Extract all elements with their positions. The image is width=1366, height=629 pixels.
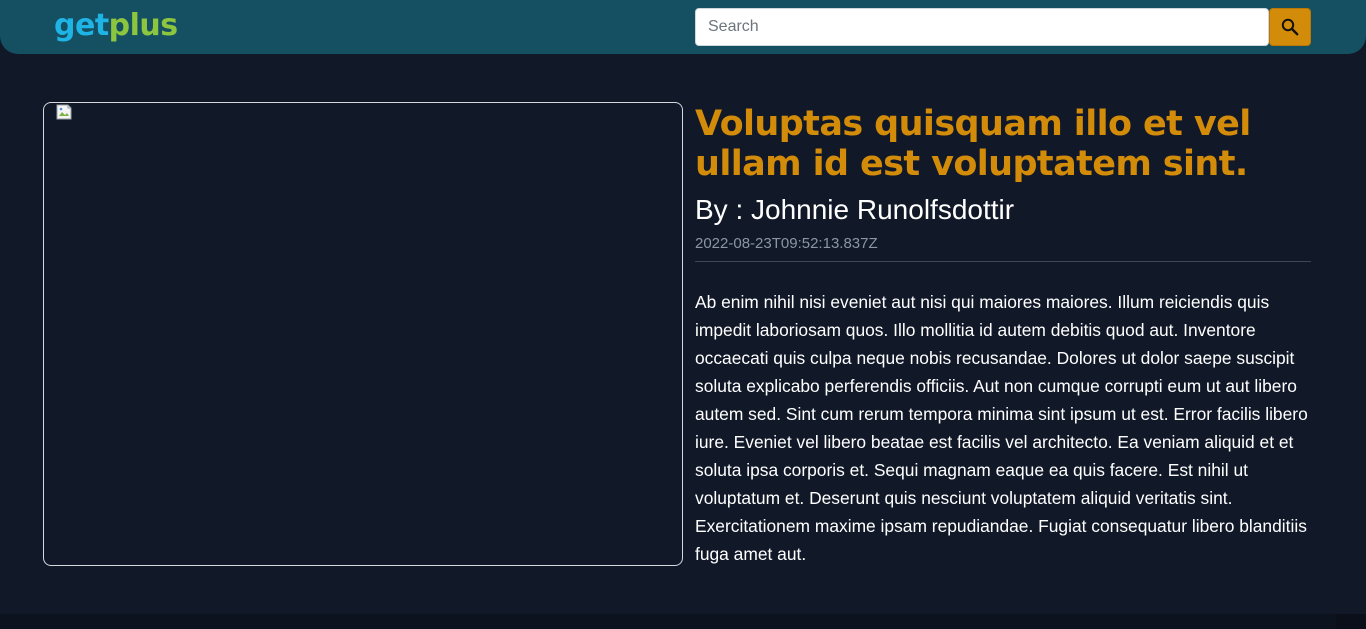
article-content: Voluptas quisquam illo et vel ullam id e… [695,102,1311,568]
logo-text-get: get [54,8,109,43]
search-icon [1281,18,1299,36]
search-button[interactable] [1269,8,1311,46]
getplus-logo[interactable]: getplus [54,8,178,44]
logo-text-plus: plus [108,8,178,43]
article-date: 2022-08-23T09:52:13.837Z [695,235,1311,262]
top-navbar: getplus [0,0,1366,54]
article-image [43,102,683,566]
broken-image-icon [56,104,72,120]
scrollbar-corner [1336,614,1366,629]
article-body: Ab enim nihil nisi eveniet aut nisi qui … [695,292,1308,564]
article-title: Voluptas quisquam illo et vel ullam id e… [695,104,1251,184]
article-author: By : Johnnie Runolfsdottir [695,194,1015,225]
search-input[interactable] [695,8,1269,46]
footer-bar [0,614,1366,629]
